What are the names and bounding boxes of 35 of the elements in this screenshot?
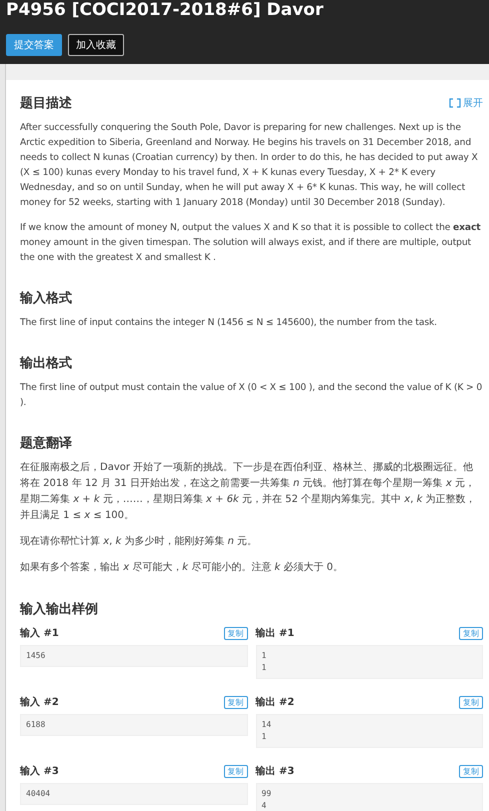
sample-code: 1456: [20, 645, 248, 667]
copy-button[interactable]: 复制: [459, 696, 483, 708]
copy-button[interactable]: 复制: [459, 626, 483, 640]
action-button[interactable]: 加入收藏: [68, 34, 124, 56]
paragraph: 如果有多个答案，输出 x 尽可能大，k 尽可能小的。注意 k 必须大于 0。: [20, 560, 344, 575]
paragraph: If we know the amount of money N, output the values X and K so that it is possible to collect the exact money amount in the given timespan. The solution will always exist, and if there are multiple, output the one with the greatest X and smallest K .: [20, 221, 482, 265]
action-button[interactable]: 提交答案: [6, 34, 62, 56]
problem-title: P4956 [COCI2017-2018#6] Davor: [6, 0, 324, 22]
sample-label: 输入 #2: [20, 696, 59, 709]
sample-label: 输入 #1: [20, 626, 59, 640]
section-heading: 输入格式: [20, 290, 72, 307]
paragraph: The first line of input contains the integer N (1456 ≤ N ≤ 145600), the number from the task.: [20, 316, 438, 330]
copy-button[interactable]: 复制: [224, 626, 248, 640]
copy-button[interactable]: 复制: [459, 764, 483, 778]
paragraph: 在征服南极之后，Davor 开始了一项新的挑战。下一步是在西伯利亚、格林兰、挪威的北极圈远征。他将在 2018 年 12 月 31 日开始出发，在这之前需要一共筹集 n 元钱。他打算在每个星期一筹集 x 元，星期二筹集 x + k 元，……，星期日筹集 x + 6k 元，并在 52 个星期内筹集完。其中 x, k 为正整数，并且满足 1 ≤ x ≤ 100。: [20, 460, 477, 523]
sample-label: 输出 #1: [256, 626, 294, 640]
sample-code: 40404: [20, 783, 248, 805]
expand-link[interactable]: 展开: [449, 96, 483, 110]
copy-button[interactable]: 复制: [224, 764, 248, 778]
sample-label: 输出 #3: [256, 764, 294, 778]
expand-icon: [449, 98, 461, 108]
sample-label: 输出 #2: [256, 696, 294, 709]
section-heading: 输入输出样例: [20, 600, 98, 618]
paragraph: 现在请你帮忙计算 x, k 为多少时，能刚好筹集 n 元。: [20, 534, 258, 549]
sample-code: 99 4: [256, 783, 483, 811]
sample-label: 输入 #3: [20, 764, 59, 778]
section-heading: 题目描述: [20, 95, 72, 112]
paragraph: After successfully conquering the South Pole, Davor is preparing for new challenges. Next up is the Arctic expedition to Siberia, Greenland and Norway. He begins his travels on 31 December 2018, and needs to collect N kunas (Croatian currency) by then. In order to do this, he has decided to put away X (X ≤ 100) kunas every Monday to his travel fund, X + K kunas every Tuesday, X + 2* K every Wednesday, and so on until Sunday, when he will put away X + 6* K kunas. This way, he will collect money for 52 weeks, starting with 1 January 2018 (Monday) until 30 December 2018 (Sunday).: [20, 121, 479, 210]
sample-code: 1 1: [256, 645, 483, 679]
section-heading: 输出格式: [20, 355, 72, 372]
copy-button[interactable]: 复制: [224, 696, 248, 708]
paragraph: The first line of output must contain the value of X (0 < X ≤ 100 ), and the second the value of K (K > 0 ).: [20, 381, 483, 410]
sample-code: 14 1: [256, 714, 483, 748]
section-heading: 题意翻译: [20, 434, 72, 452]
sample-code: 6188: [20, 714, 248, 736]
